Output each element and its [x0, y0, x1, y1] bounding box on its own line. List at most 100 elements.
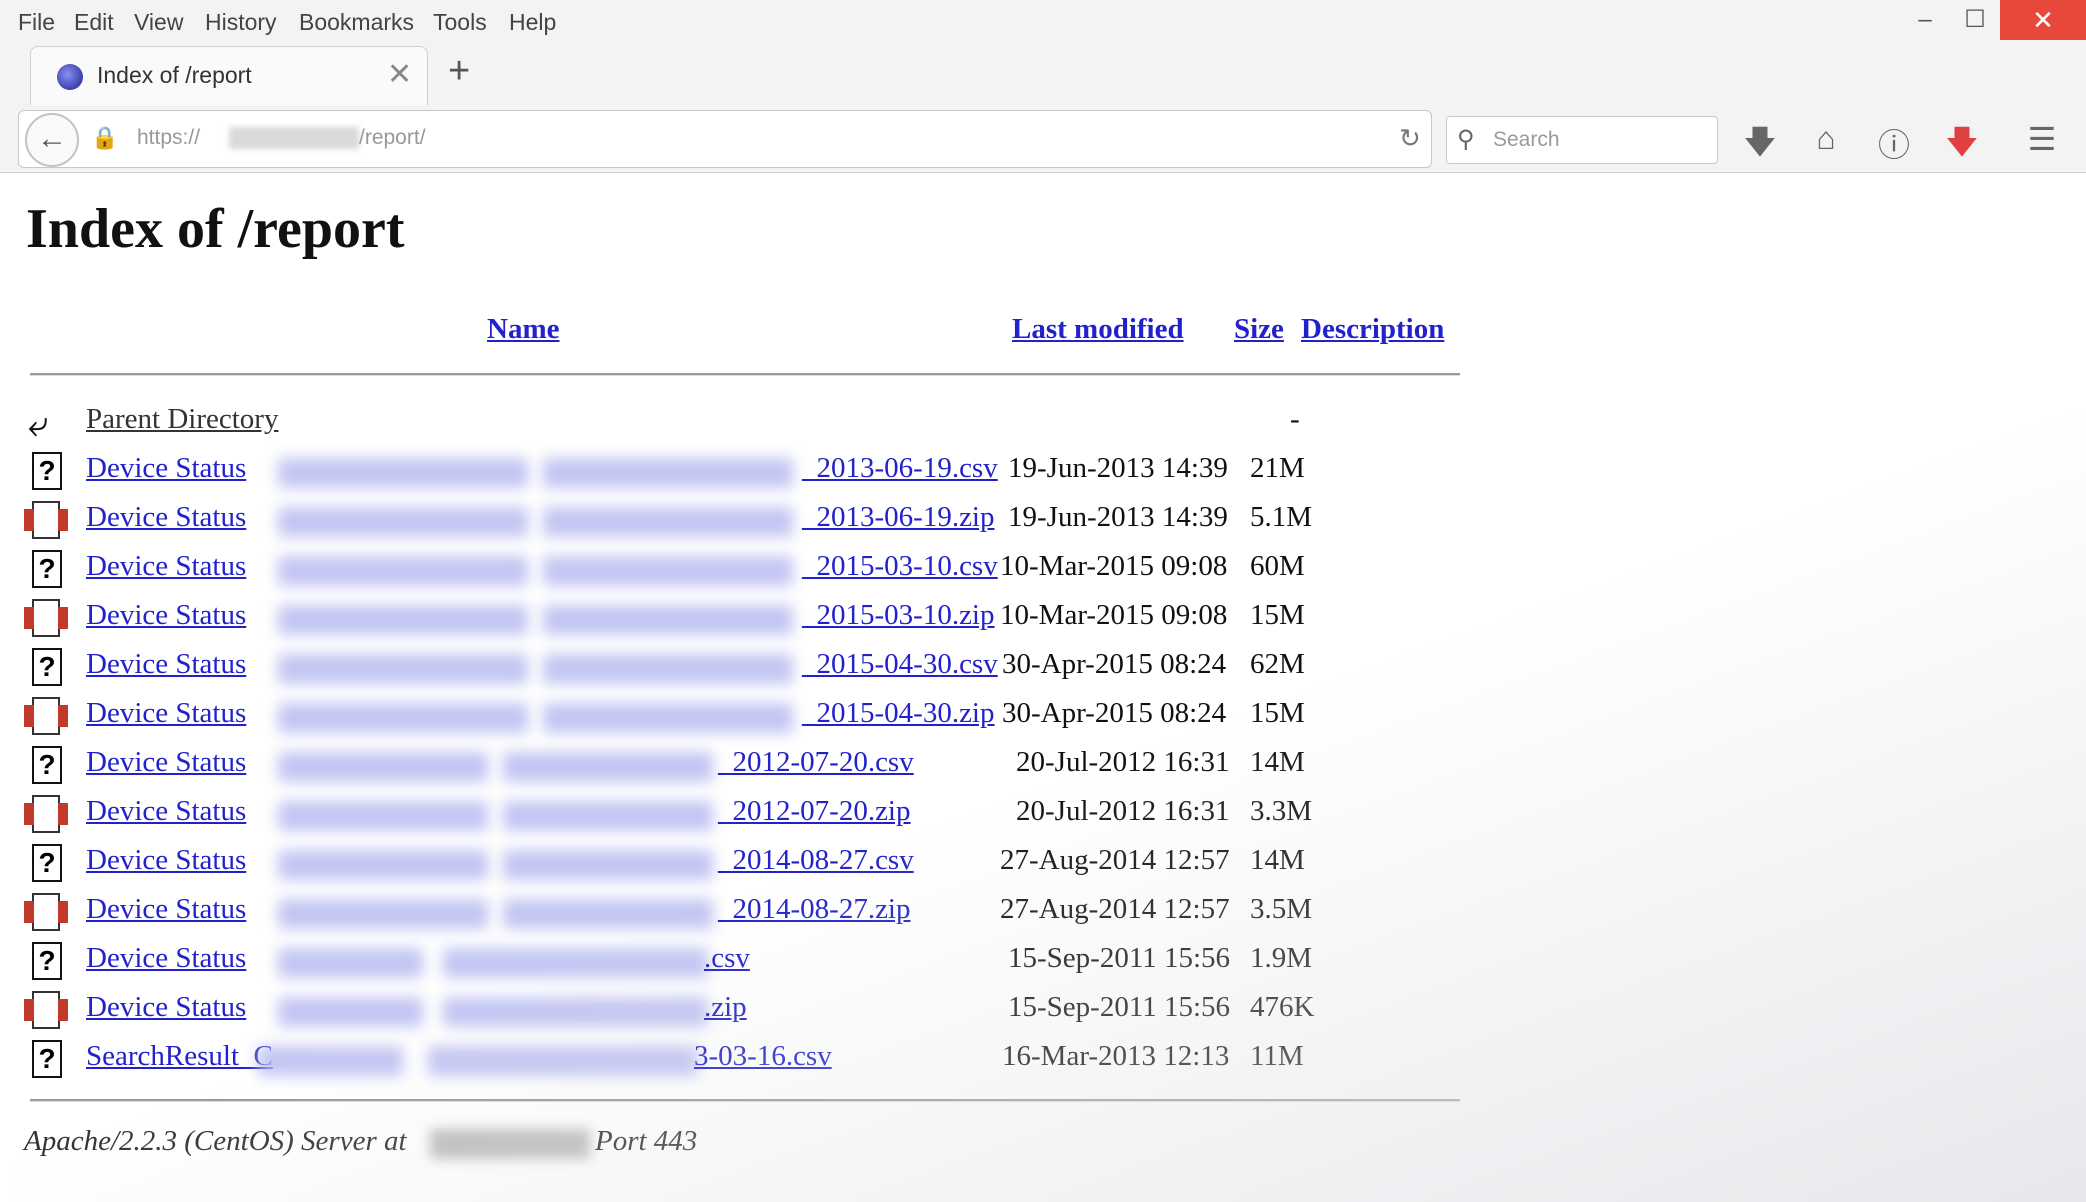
unknown-file-icon: ?	[32, 452, 62, 490]
download-icon[interactable]: 🡇	[1738, 120, 1782, 174]
redacted-filename-part	[278, 556, 528, 586]
file-modified-date: 15-Sep-2011 15:56	[1008, 991, 1231, 1023]
divider-bottom	[30, 1099, 1460, 1102]
menu-bar: File Edit View History Bookmarks Tools H…	[0, 0, 2086, 44]
file-link-suffix[interactable]: _2014-08-27.zip	[718, 893, 911, 926]
tab-title: Index of /report	[97, 62, 252, 88]
file-link-suffix[interactable]: _2013-06-19.zip	[802, 501, 995, 534]
file-modified-date: 30-Apr-2015 08:24	[1002, 648, 1227, 680]
compressed-file-icon	[24, 501, 68, 539]
menu-bookmarks[interactable]: Bookmarks	[299, 8, 414, 36]
menu-edit[interactable]: Edit	[74, 8, 114, 36]
file-link-prefix[interactable]: Device Status	[86, 795, 246, 828]
menu-help[interactable]: Help	[509, 8, 556, 36]
file-link-suffix[interactable]: .zip	[704, 991, 747, 1024]
file-link-suffix[interactable]: _2015-03-10.zip	[802, 599, 995, 632]
file-link-suffix[interactable]: _2015-03-10.csv	[802, 550, 998, 583]
redacted-filename-part	[428, 1046, 698, 1076]
parent-size: -	[1290, 403, 1300, 435]
unknown-file-icon: ?	[32, 1040, 62, 1078]
url-scheme: https://	[137, 126, 201, 149]
table-row: ? Device Status .csv 15-Sep-2011 15:56 1.9M	[28, 938, 1328, 984]
menu-tools[interactable]: Tools	[433, 8, 487, 36]
pocket-icon[interactable]: 🡇	[1940, 120, 1984, 174]
hamburger-menu-icon[interactable]: ☰	[2020, 120, 2064, 158]
table-row: ? Device Status _2012-07-20.csv 20-Jul-201…	[28, 742, 1328, 788]
file-link-suffix[interactable]: _2015-04-30.csv	[802, 648, 998, 681]
menu-view[interactable]: View	[134, 8, 183, 36]
file-link-suffix[interactable]: _2013-06-19.csv	[802, 452, 998, 485]
redacted-filename-part	[543, 654, 793, 684]
file-size: 62M	[1250, 648, 1305, 680]
file-link-prefix[interactable]: Device Status	[86, 893, 246, 926]
file-size: 15M	[1250, 599, 1305, 631]
file-link-prefix[interactable]: Device Status	[86, 501, 246, 534]
file-link-prefix[interactable]: SearchResult_C	[86, 1040, 273, 1073]
close-window-button[interactable]: ✕	[2000, 0, 2086, 40]
redacted-filename-part	[543, 556, 793, 586]
compressed-file-icon	[24, 795, 68, 833]
column-modified-link[interactable]: Last modified	[1012, 313, 1184, 346]
unknown-file-icon: ?	[32, 746, 62, 784]
divider-top	[30, 373, 1460, 376]
file-size: 21M	[1250, 452, 1305, 484]
file-link-prefix[interactable]: Device Status	[86, 452, 246, 485]
menu-history[interactable]: History	[205, 8, 277, 36]
lock-icon[interactable]: 🔒	[91, 125, 118, 151]
info-icon[interactable]: ⓘ	[1872, 120, 1916, 166]
column-size-link[interactable]: Size	[1234, 313, 1284, 346]
search-placeholder: Search	[1493, 128, 1560, 151]
globe-icon	[57, 64, 83, 90]
file-link-prefix[interactable]: Device Status	[86, 942, 246, 975]
close-tab-icon[interactable]: ✕	[387, 57, 412, 92]
file-modified-date: 20-Jul-2012 16:31	[1016, 746, 1230, 778]
table-row: Device Status _2014-08-27.zip 27-Aug-2014…	[24, 889, 1328, 935]
table-row: ? Device Status _2015-03-10.csv 10-Mar-201…	[28, 546, 1328, 592]
file-link-suffix[interactable]: _2014-08-27.csv	[718, 844, 914, 877]
back-arrow-icon[interactable]: ←	[25, 113, 79, 167]
redacted-filename-part	[278, 507, 528, 537]
file-link-suffix[interactable]: .csv	[704, 942, 750, 975]
file-link-prefix[interactable]: Device Status	[86, 844, 246, 877]
tab-index-report[interactable]: Index of /report ✕	[30, 46, 428, 105]
menu-file[interactable]: File	[18, 8, 55, 36]
maximize-button[interactable]: ☐	[1945, 0, 2005, 40]
back-folder-icon: ⤶	[28, 404, 49, 444]
file-size: 14M	[1250, 844, 1305, 876]
parent-directory-link[interactable]: Parent Directory	[86, 403, 278, 436]
file-link-prefix[interactable]: Device Status	[86, 697, 246, 730]
file-link-prefix[interactable]: Device Status	[86, 648, 246, 681]
home-icon[interactable]: ⌂	[1804, 120, 1848, 157]
reload-icon[interactable]: ↻	[1399, 123, 1421, 154]
file-modified-date: 16-Mar-2013 12:13	[1002, 1040, 1230, 1072]
file-link-suffix[interactable]: _2012-07-20.csv	[718, 746, 914, 779]
file-size: 60M	[1250, 550, 1305, 582]
file-link-suffix[interactable]: 3-03-16.csv	[694, 1040, 832, 1073]
column-name-link[interactable]: Name	[487, 313, 559, 346]
file-link-suffix[interactable]: _2012-07-20.zip	[718, 795, 911, 828]
redacted-filename-part	[278, 605, 528, 635]
server-signature: Apache/2.2.3 (CentOS) Server at	[24, 1125, 407, 1157]
new-tab-button[interactable]: +	[448, 50, 470, 93]
table-row: Device Status _2013-06-19.zip 19-Jun-2013…	[24, 497, 1328, 543]
file-modified-date: 10-Mar-2015 09:08	[1000, 599, 1228, 631]
file-link-prefix[interactable]: Device Status	[86, 746, 246, 779]
table-row: Device Status .zip 15-Sep-2011 15:56 476K	[24, 987, 1328, 1033]
file-size: 3.3M	[1250, 795, 1313, 827]
file-modified-date: 27-Aug-2014 12:57	[1000, 893, 1230, 925]
address-bar[interactable]: ← 🔒 https:// /report/ ↻	[18, 110, 1432, 168]
column-description-link[interactable]: Description	[1301, 313, 1444, 346]
file-modified-date: 10-Mar-2015 09:08	[1000, 550, 1228, 582]
table-row: ? Device Status _2015-04-30.csv 30-Apr-201…	[28, 644, 1328, 690]
file-link-prefix[interactable]: Device Status	[86, 550, 246, 583]
redacted-filename-part	[278, 752, 488, 782]
redacted-filename-part	[443, 948, 708, 978]
search-field[interactable]: ⚲ Search	[1446, 116, 1718, 164]
compressed-file-icon	[24, 893, 68, 931]
file-link-prefix[interactable]: Device Status	[86, 599, 246, 632]
server-host-redacted	[430, 1129, 590, 1159]
redacted-filename-part	[278, 703, 528, 733]
url-host-redacted	[229, 127, 359, 149]
file-link-suffix[interactable]: _2015-04-30.zip	[802, 697, 995, 730]
file-link-prefix[interactable]: Device Status	[86, 991, 246, 1024]
